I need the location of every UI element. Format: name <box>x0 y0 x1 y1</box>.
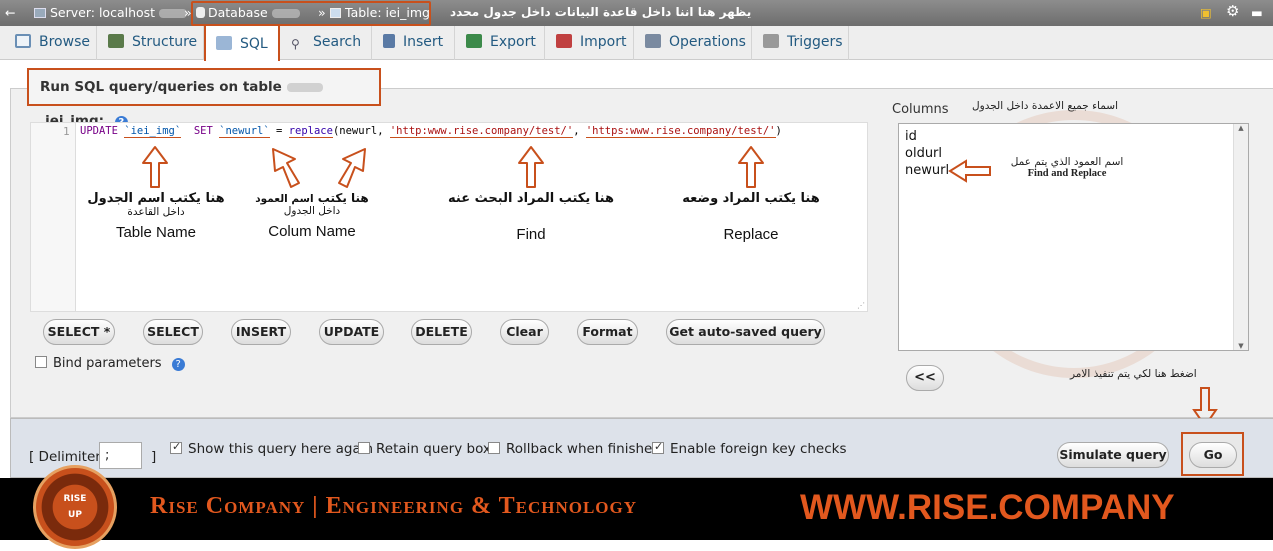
tab-export[interactable]: Export <box>456 26 545 60</box>
redacted-database <box>286 82 323 92</box>
structure-icon <box>108 34 124 48</box>
annotation-replace: هنا يكتب المراد وضعه Replace <box>682 191 820 243</box>
tab-operations[interactable]: Operations <box>635 26 752 60</box>
back-arrow-icon[interactable]: ← <box>5 5 15 20</box>
breadcrumb-server[interactable]: Server: localhost <box>34 5 188 20</box>
brand-website: WWW.RISE.COMPANY <box>800 488 1175 527</box>
operations-icon <box>645 34 661 48</box>
columns-label: Columns <box>892 102 949 117</box>
search-icon: ⚲ <box>291 37 300 51</box>
format-button[interactable]: Format <box>577 319 638 345</box>
retain-query-box-option[interactable]: Retain query box <box>358 441 491 457</box>
rollback-option[interactable]: Rollback when finished <box>488 441 661 457</box>
export-icon <box>466 34 482 48</box>
arrow-up-column-left <box>272 148 300 188</box>
delimiter-close: ] <box>151 449 157 465</box>
arrow-up-column-right <box>338 148 366 188</box>
show-query-option[interactable]: Show this query here again <box>170 440 373 457</box>
select-star-button[interactable]: SELECT * <box>43 319 115 345</box>
insert-icon <box>383 34 395 48</box>
column-option-id[interactable]: id <box>899 128 1248 145</box>
go-button[interactable]: Go <box>1189 442 1237 468</box>
browse-icon <box>15 34 31 48</box>
gear-icon[interactable]: ⚙ <box>1226 2 1239 20</box>
select-button[interactable]: SELECT <box>143 319 203 345</box>
redacted-host <box>159 9 188 18</box>
foreign-key-option[interactable]: Enable foreign key checks <box>652 440 847 457</box>
arrow-up-table <box>142 146 168 188</box>
lock-icon[interactable]: ▣ <box>1200 5 1212 20</box>
annotation-find: هنا يكتب المراد البحث عنه Find <box>448 191 614 243</box>
tab-insert[interactable]: Insert <box>373 26 455 60</box>
tab-triggers[interactable]: Triggers <box>753 26 849 60</box>
breadcrumb-annotation: يظهر هنا اننا داخل قاعدة البيانات داخل ج… <box>450 5 752 19</box>
sql-editor[interactable]: 1 UPDATE `iei_img` SET `newurl` = replac… <box>30 122 868 312</box>
import-icon <box>556 34 572 48</box>
delimiter-input[interactable]: ; <box>99 442 142 469</box>
insert-column-button[interactable]: << <box>906 365 944 391</box>
tab-sql[interactable]: SQL <box>204 24 280 61</box>
query-title: Run SQL query/queries on table .iei_img:… <box>27 68 381 129</box>
retain-query-box-checkbox[interactable] <box>358 442 370 454</box>
resize-handle-icon[interactable]: ⋰ <box>857 301 865 310</box>
rise-logo: RISE UP <box>33 465 117 549</box>
collapse-icon[interactable]: ▬ <box>1251 5 1263 20</box>
clear-button[interactable]: Clear <box>500 319 549 345</box>
delimiter-label: [ Delimiter <box>29 449 101 465</box>
simulate-query-button[interactable]: Simulate query <box>1057 442 1169 468</box>
tab-browse[interactable]: Browse <box>5 26 97 60</box>
tab-bar: Browse Structure SQL ⚲ Search Insert Expo… <box>0 24 1273 61</box>
tab-structure[interactable]: Structure <box>98 26 204 60</box>
column-target-annotation: اسم العمود الذي يتم عمل Find and Replace <box>1010 156 1124 179</box>
columns-annotation: اسماء جميع الاعمدة داخل الجدول <box>972 100 1118 112</box>
triggers-icon <box>763 34 779 48</box>
annotation-column: هنا يكتب اسم العمود داخل الجدول Colum Na… <box>255 191 369 240</box>
get-autosaved-query-button[interactable]: Get auto-saved query <box>666 319 825 345</box>
columns-scrollbar[interactable]: ▲ ▼ <box>1233 124 1248 350</box>
arrow-up-find <box>518 146 544 188</box>
arrow-left-column-icon <box>948 159 991 183</box>
annotation-table: هنا يكتب اسم الجدول داخل القاعدة Table N… <box>87 191 225 241</box>
sql-icon <box>216 36 232 50</box>
breadcrumb-bar: ← Server: localhost » Database » Table: … <box>0 0 1273 26</box>
update-button[interactable]: UPDATE <box>319 319 384 345</box>
foreign-key-checkbox[interactable] <box>652 440 664 454</box>
insert-button[interactable]: INSERT <box>231 319 291 345</box>
show-query-checkbox[interactable] <box>170 440 182 454</box>
brand-name: Rise Company | Engineering & Technology <box>150 493 638 519</box>
delete-button[interactable]: DELETE <box>411 319 472 345</box>
bind-parameters-option[interactable]: Bind parameters ? <box>35 356 185 371</box>
breadcrumb-highlight <box>191 1 431 26</box>
tab-import[interactable]: Import <box>546 26 634 60</box>
help-icon[interactable]: ? <box>171 358 185 371</box>
tab-search[interactable]: ⚲ Search <box>281 26 372 60</box>
bind-parameters-checkbox[interactable] <box>35 356 47 368</box>
arrow-up-replace <box>738 146 764 188</box>
rollback-checkbox[interactable] <box>488 442 500 454</box>
go-annotation: اضغط هنا لكي يتم تنفيذ الامر <box>1070 368 1197 380</box>
server-icon <box>34 8 46 18</box>
